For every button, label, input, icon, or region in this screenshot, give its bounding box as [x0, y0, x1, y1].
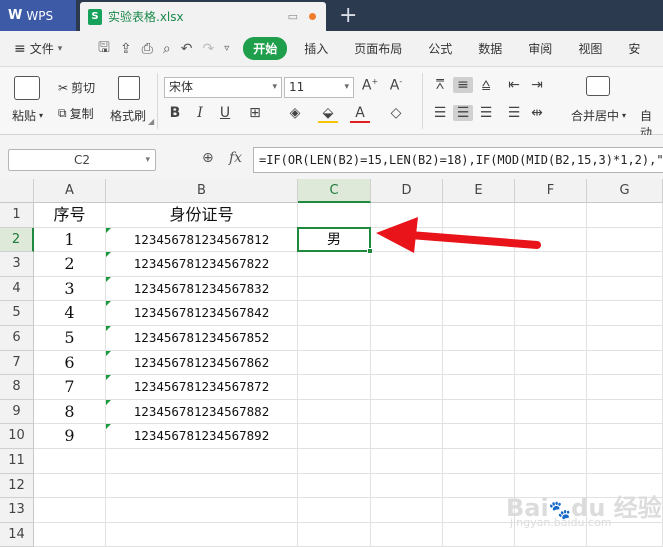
align-bottom-icon[interactable]: ⩠: [476, 77, 496, 93]
name-box[interactable]: C2 ▾: [8, 149, 156, 171]
align-middle-icon[interactable]: ≡: [453, 77, 473, 93]
file-menu-label: 文件: [29, 42, 54, 56]
new-tab-plus-icon[interactable]: +: [339, 3, 357, 28]
spreadsheet-icon: S: [88, 8, 102, 25]
redo-icon[interactable]: ↷: [202, 41, 214, 57]
font-size-select[interactable]: 11 ▾: [284, 77, 354, 98]
align-left-icon[interactable]: ☰: [430, 105, 450, 121]
quick-access-toolbar: 🖫 ⇪ ⎙ ⌕ ↶ ↷ ▿: [98, 37, 229, 61]
file-menu[interactable]: ≡ 文件 ▾: [0, 40, 90, 57]
chevron-down-icon: ▾: [57, 43, 63, 54]
indent-decrease-icon[interactable]: ⇤: [504, 77, 524, 93]
menu-bar: ≡ 文件 ▾ 🖫 ⇪ ⎙ ⌕ ↶ ↷ ▿ 开始 插入 页面布局 公式 数据 审阅…: [0, 31, 663, 67]
customize-icon[interactable]: ▿: [224, 43, 229, 54]
print-icon[interactable]: ⎙: [142, 41, 153, 57]
align-center-icon[interactable]: ☰: [453, 105, 473, 121]
unsaved-dot-icon: [309, 13, 316, 20]
align-right-icon[interactable]: ☰: [476, 105, 496, 121]
baidu-watermark-url: jingyan.baidu.com: [510, 516, 612, 529]
copy-label: 复制: [69, 107, 94, 121]
ribbon-toolbar: 粘贴 ▾ ✂ 剪切 ⧉ 复制 格式刷 ◢ 宋体 ▾ 11 ▾ A+ A- B I U ⊞ …: [0, 67, 663, 140]
font-name-value: 宋体: [169, 80, 194, 94]
monitor-icon[interactable]: ▭: [288, 10, 298, 23]
tab-page-layout[interactable]: 页面布局: [341, 40, 415, 57]
tab-data[interactable]: 数据: [465, 40, 515, 57]
tab-home[interactable]: 开始: [243, 37, 288, 60]
cut-label: 剪切: [71, 81, 96, 95]
tab-insert[interactable]: 插入: [291, 40, 341, 57]
justify-icon[interactable]: ☰: [504, 105, 524, 121]
arrow-shaft: [406, 231, 541, 249]
font-size-value: 11: [289, 80, 305, 94]
hamburger-icon: ≡: [14, 40, 26, 57]
paste-button[interactable]: 粘贴 ▾: [12, 107, 43, 124]
chevron-down-icon: ▾: [272, 82, 277, 92]
font-color-icon[interactable]: A: [350, 105, 370, 123]
document-tab[interactable]: S 实验表格.xlsx ▭: [80, 2, 326, 31]
indent-increase-icon[interactable]: ⇥: [527, 77, 547, 93]
formula-input[interactable]: =IF(OR(LEN(B2)=15,LEN(B2)=18),IF(MOD(MID…: [253, 147, 663, 173]
fill-color-icon[interactable]: ◈: [285, 105, 305, 121]
paste-icon[interactable]: [14, 76, 40, 100]
scissors-icon: ✂: [58, 80, 69, 95]
zoom-icon[interactable]: ⊕: [202, 150, 214, 166]
tab-review[interactable]: 审阅: [515, 40, 565, 57]
clear-format-icon[interactable]: ◇: [386, 105, 406, 121]
wps-logo-icon: W: [8, 8, 23, 23]
title-bar: W WPS S 实验表格.xlsx ▭ +: [0, 0, 663, 31]
wps-home-tab[interactable]: W WPS: [0, 0, 76, 31]
format-painter-icon[interactable]: [118, 76, 140, 100]
format-painter-label: 格式刷: [110, 109, 147, 123]
increase-font-icon[interactable]: A+: [360, 77, 380, 94]
format-painter-button[interactable]: 格式刷: [110, 107, 146, 124]
red-arrow-annotation: [376, 217, 541, 253]
ribbon-separator: [422, 73, 423, 129]
tab-view[interactable]: 视图: [565, 40, 615, 57]
merge-center-icon[interactable]: [586, 76, 610, 96]
distributed-icon[interactable]: ⇹: [527, 105, 547, 121]
save-icon[interactable]: 🖫: [98, 37, 110, 61]
merge-center-label: 合并居中: [571, 109, 620, 123]
tab-security[interactable]: 安: [615, 40, 653, 57]
ribbon-tabs: 开始 插入 页面布局 公式 数据 审阅 视图 安: [243, 37, 653, 60]
paste-label: 粘贴: [12, 109, 37, 123]
copy-button[interactable]: ⧉ 复制: [58, 105, 94, 122]
align-top-icon[interactable]: ⩞: [430, 77, 450, 93]
document-tab-title: 实验表格.xlsx: [108, 10, 184, 24]
print-preview-icon[interactable]: ⌕: [163, 41, 171, 57]
copy-icon: ⧉: [58, 106, 67, 120]
export-icon[interactable]: ⇪: [120, 41, 132, 57]
italic-icon[interactable]: I: [190, 105, 210, 121]
tab-formulas[interactable]: 公式: [415, 40, 465, 57]
underline-icon[interactable]: U: [215, 105, 235, 121]
merge-center-button[interactable]: 合并居中 ▾: [571, 107, 626, 124]
highlight-icon[interactable]: ⬙: [318, 105, 338, 123]
name-box-value: C2: [73, 153, 90, 167]
chevron-down-icon: ▾: [344, 82, 349, 92]
border-icon[interactable]: ⊞: [245, 105, 265, 121]
fx-icon[interactable]: fx: [229, 150, 242, 166]
ribbon-separator: [157, 73, 158, 129]
decrease-font-icon[interactable]: A-: [386, 77, 406, 94]
spreadsheet-grid: A B C D E F G 1 序号 身份证号 2 1 123456781234567812 男 3 2 123…: [0, 179, 663, 547]
cut-button[interactable]: ✂ 剪切: [58, 79, 95, 96]
font-name-select[interactable]: 宋体 ▾: [164, 77, 282, 98]
wps-app-name: WPS: [26, 8, 54, 23]
clipboard-launcher-icon[interactable]: ◢: [148, 117, 154, 126]
chevron-down-icon: ▾: [145, 155, 150, 165]
arrow-head: [376, 217, 418, 253]
bold-icon[interactable]: B: [165, 105, 185, 121]
undo-icon[interactable]: ↶: [181, 41, 193, 57]
